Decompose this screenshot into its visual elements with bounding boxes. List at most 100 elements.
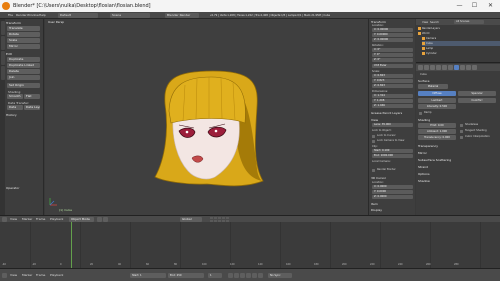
surface-header[interactable]: Surface [418,79,429,83]
history-header[interactable]: History [6,113,17,117]
menu-help[interactable]: Help [39,13,46,18]
smooth-button[interactable]: Smooth [7,94,23,99]
3d-viewport[interactable]: User Persp (1) Cube [45,19,368,215]
sync-mode-select[interactable]: No Sync [268,273,292,278]
operator-header[interactable]: Operator [6,186,19,190]
particles-tab-icon[interactable] [466,65,471,70]
object-tab-icon[interactable] [442,65,447,70]
specular-shader-select[interactable]: CookTorr [458,98,496,103]
np-location-y[interactable]: Y: 0.00000 [372,33,413,37]
end-frame-field[interactable]: End: 250 [168,273,204,278]
tab-tools[interactable] [0,21,5,35]
sss-header[interactable]: Subsurface Scattering [418,158,451,162]
join-button[interactable]: Join [7,75,40,80]
data-button[interactable]: Data [7,105,23,110]
rotate-button[interactable]: Rotate [7,32,40,37]
outliner-search-menu[interactable]: Search [430,20,439,25]
np-scale-x[interactable]: X: 0.823 [372,74,413,78]
world-tab-icon[interactable] [436,65,441,70]
set-origin-button[interactable]: Set Origin [7,83,40,88]
editor-type-icon[interactable] [2,273,7,278]
close-button[interactable]: ✕ [483,1,498,10]
tl-menu-playback[interactable]: Playback [50,273,63,278]
render-engine-select[interactable]: Blender Render [165,13,199,18]
tl-menu-frame[interactable]: Frame [36,273,45,278]
material-name-field[interactable]: Material [418,84,448,89]
np-scale-z[interactable]: Z: 0.823 [372,84,413,88]
np-cursor-y[interactable]: Y: 0.0000 [372,190,413,194]
maximize-button[interactable]: ☐ [467,1,482,10]
np-lens[interactable]: Lens: 35.000 [372,123,413,127]
ramp-checkbox[interactable] [419,112,422,115]
np-clip-end[interactable]: End: 1000.000 [372,154,413,158]
flat-button[interactable]: Flat [24,94,40,99]
outliner-row[interactable]: Cylinder [422,51,500,56]
outliner-view-menu[interactable]: View [422,20,428,25]
translate-button[interactable]: Translate [7,26,40,31]
material-tab-icon[interactable] [454,65,459,70]
menu-file[interactable]: File [8,13,13,18]
np-rotation-x[interactable]: X: 0° [372,48,413,52]
delete-button[interactable]: Delete [7,69,40,74]
np-3d-cursor-header[interactable]: 3D Cursor [371,176,386,180]
transform-header[interactable]: Transform [6,21,21,25]
shading-header[interactable]: Shading [418,118,430,122]
tangent-checkbox[interactable] [460,130,463,133]
diffuse-shader-select[interactable]: Lambert [418,98,456,103]
np-clip-start[interactable]: Start: 0.100 [372,149,413,153]
shadeless-checkbox[interactable] [460,124,463,127]
np-dim-x[interactable]: X: 1.314 [372,94,413,98]
ambient-field[interactable]: Ambient: 1.000 [418,129,456,134]
cubic-checkbox[interactable] [460,136,463,139]
menu-render[interactable]: Render [16,13,27,18]
prev-key-icon[interactable] [234,273,239,278]
timeline[interactable]: -40 -20 0 20 40 60 80 100 120 140 160 18… [0,222,500,268]
mirror-button[interactable]: Mirror [7,44,40,49]
render-tab-icon[interactable] [418,65,423,70]
transparency-header[interactable]: Transparency [418,144,438,148]
np-cursor-z[interactable]: Z: 0.0000 [372,195,413,199]
start-frame-field[interactable]: Start: 1 [130,273,166,278]
mirror-header[interactable]: Mirror [418,151,427,155]
diffuse-tab[interactable]: Diffuse [418,91,456,96]
next-key-icon[interactable] [252,273,257,278]
specular-tab[interactable]: Specular [458,91,496,96]
data-layouts-button[interactable]: Data Layouts [24,105,40,110]
tl-menu-view[interactable]: View [10,273,17,278]
jump-start-icon[interactable] [228,273,233,278]
menu-window[interactable]: Window [27,13,39,18]
lock-cursor-checkbox[interactable] [372,135,375,138]
np-cursor-x[interactable]: X: 0.0000 [372,185,413,189]
np-location-x[interactable]: X: 0.00000 [372,28,413,32]
lock-camera-checkbox[interactable] [372,140,375,143]
duplicate-button[interactable]: Duplicate [7,57,40,62]
tab-create[interactable] [0,36,5,50]
tl-menu-marker[interactable]: Marker [22,273,32,278]
current-frame-field[interactable]: 1 [208,273,222,278]
np-rotation-y[interactable]: Y: 0° [372,53,413,57]
texture-tab-icon[interactable] [460,65,465,70]
scale-button[interactable]: Scale [7,38,40,43]
outliner-scene-select[interactable]: All Scenes [454,20,484,24]
frame-cursor[interactable] [71,222,72,268]
play-reverse-icon[interactable] [240,273,245,278]
scene-select[interactable]: Scene [110,13,150,18]
options-header[interactable]: Options [418,172,430,176]
strand-header[interactable]: Strand [418,165,428,169]
shadow-header[interactable]: Shadow [418,179,430,183]
np-rotation-mode[interactable]: XYZ Euler [372,64,413,68]
layout-select[interactable]: Default [58,13,98,18]
np-scale-y[interactable]: Y: 0.823 [372,79,413,83]
duplicate-linked-button[interactable]: Duplicate Linked [7,63,40,68]
render-border-checkbox[interactable] [372,169,375,172]
diffuse-intensity[interactable]: Intensity: 0.500 [418,104,456,109]
tab-animation[interactable] [0,66,5,80]
np-view-header[interactable]: View [371,118,378,122]
emit-field[interactable]: Emit: 0.00 [418,123,456,128]
np-dim-z[interactable]: Z: 1.046 [372,104,413,108]
modifiers-tab-icon[interactable] [448,65,453,70]
np-dim-y[interactable]: Y: 1.208 [372,99,413,103]
np-display-header[interactable]: Display [371,208,382,212]
edit-header[interactable]: Edit [6,52,12,56]
np-grease-pencil-header[interactable]: Grease Pencil Layers [371,111,402,115]
